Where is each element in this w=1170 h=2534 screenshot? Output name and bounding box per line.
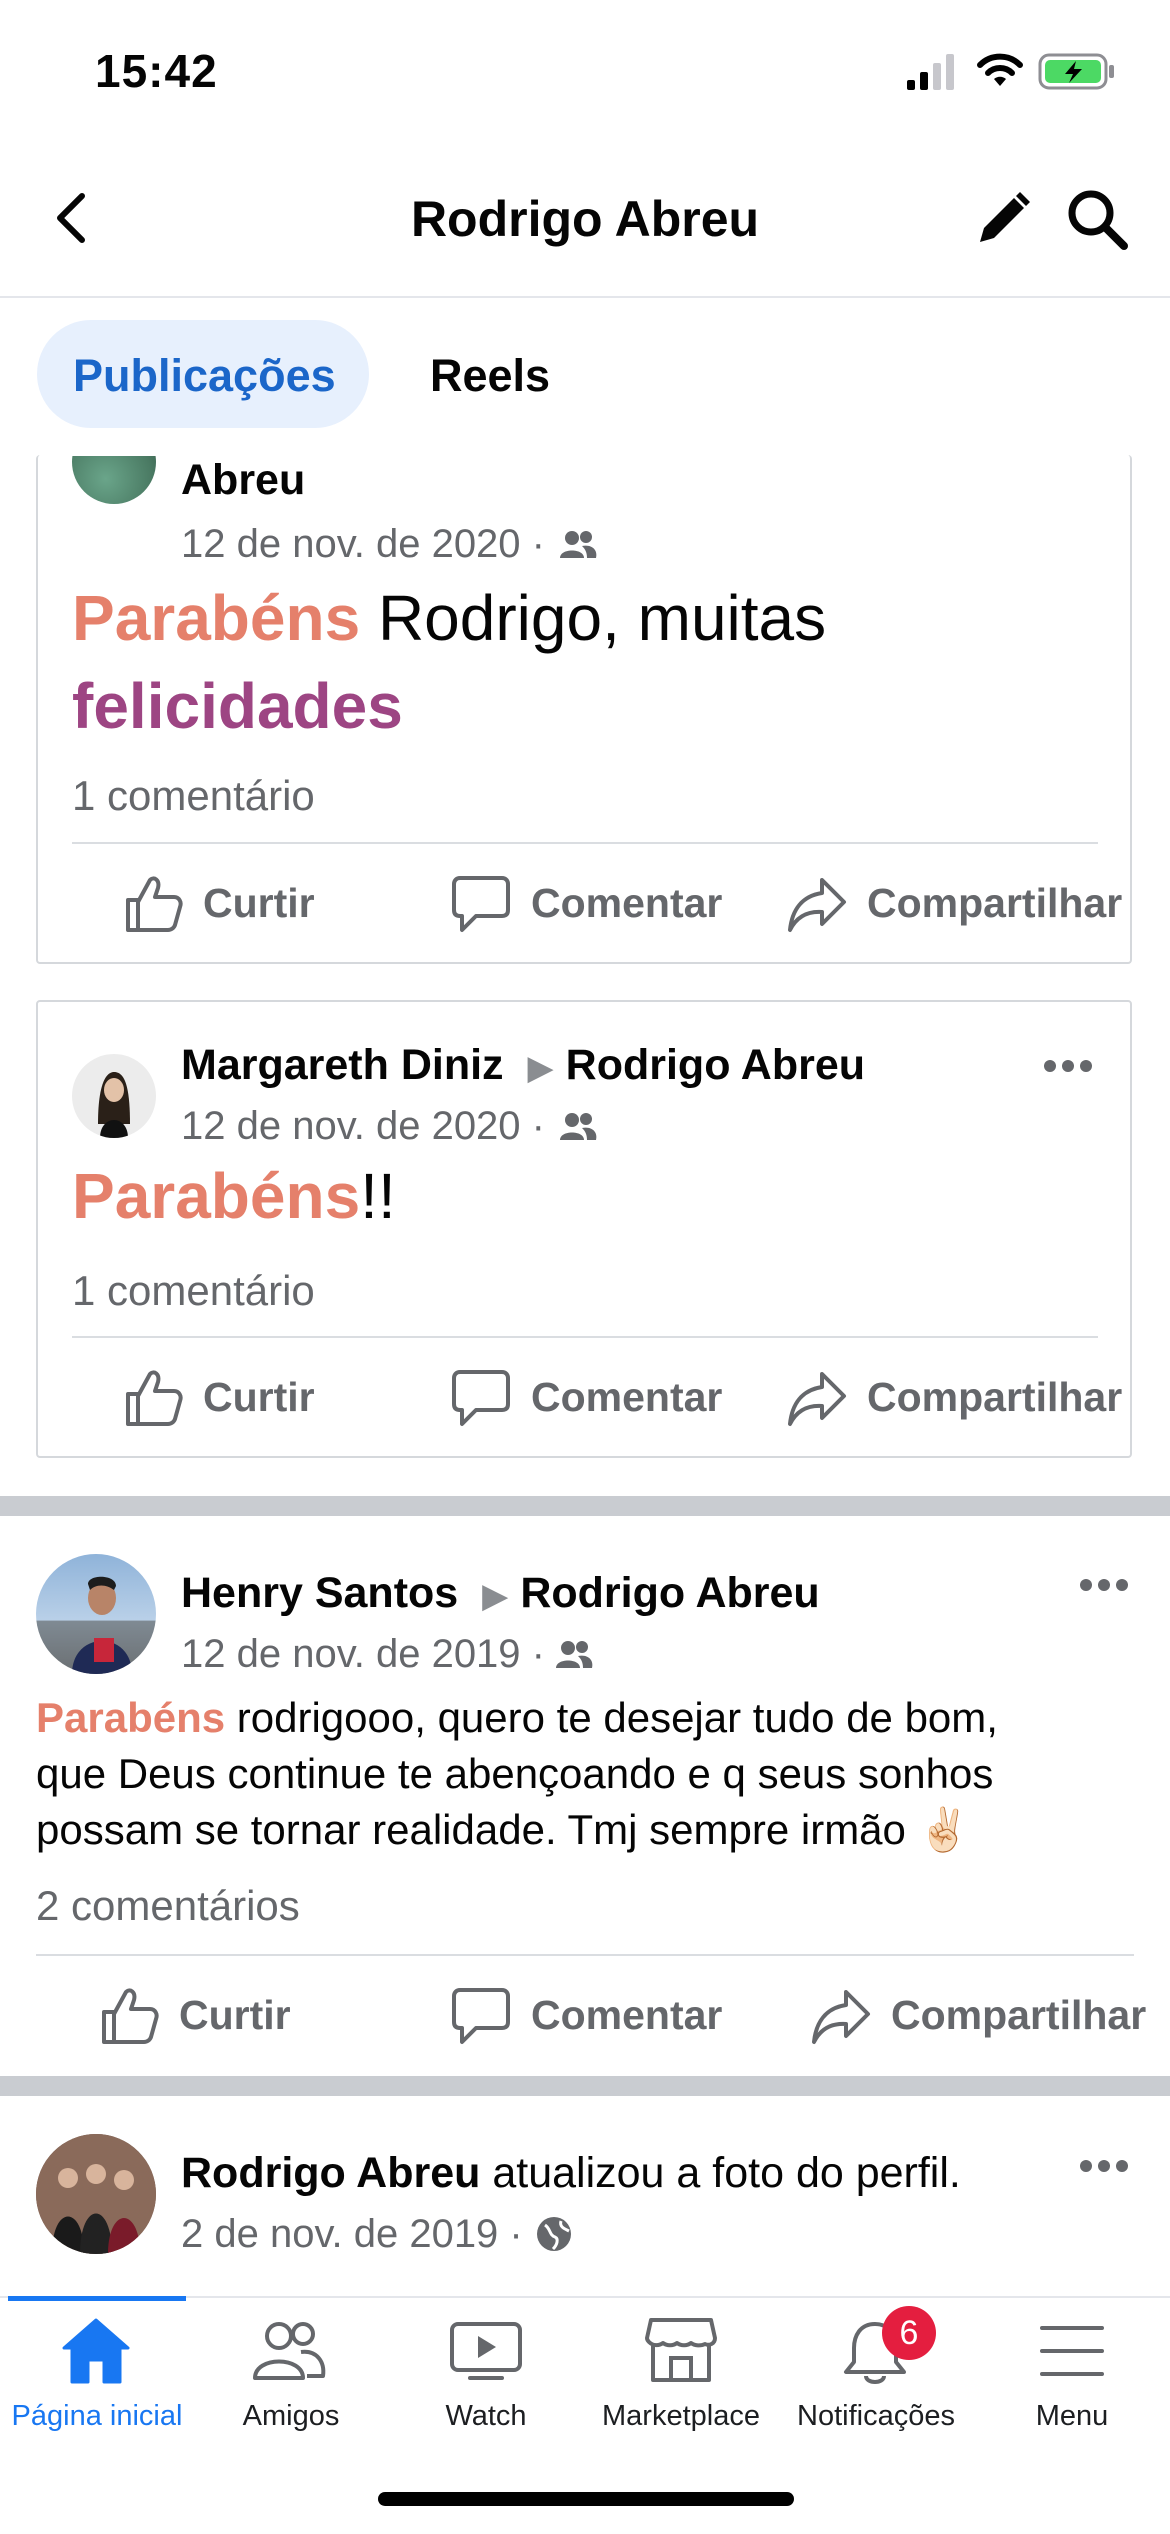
marketplace-icon[interactable] xyxy=(643,2316,719,2384)
status-time: 15:42 xyxy=(95,45,218,97)
person-photo xyxy=(72,1576,132,1674)
comment-icon xyxy=(452,1988,510,2044)
home-icon[interactable] xyxy=(60,2316,132,2384)
post-date[interactable]: 2 de nov. de 2019 · xyxy=(181,2212,523,2257)
post-date[interactable]: 12 de nov. de 2020 · xyxy=(181,522,545,567)
post-text: Parabéns rodrigooo, quero te desejar tud… xyxy=(36,1690,998,1858)
more-icon[interactable] xyxy=(1078,2158,1130,2174)
post-text-line-2: que Deus continue te abençoando e q seus… xyxy=(36,1750,994,1797)
post-author[interactable]: Henry Santos xyxy=(181,1569,458,1617)
post-action-text: atualizou a foto do perfil. xyxy=(480,2149,961,2197)
like-icon xyxy=(102,1988,159,2044)
share-button[interactable]: Compartilhar xyxy=(867,1374,1122,1421)
feed-separator xyxy=(0,1496,1170,1516)
search-icon[interactable] xyxy=(1064,186,1130,252)
post-date[interactable]: 12 de nov. de 2019 · xyxy=(181,1632,545,1677)
avatar[interactable] xyxy=(36,1554,156,1674)
post-author-line: Henry Santos ▶ Rodrigo Abreu xyxy=(181,1569,820,1618)
notification-badge: 6 xyxy=(882,2306,936,2360)
comment-button[interactable]: Comentar xyxy=(531,1992,722,2039)
comment-icon xyxy=(452,1370,510,1426)
post-text: Parabéns Rodrigo, muitas felicidades xyxy=(72,574,826,750)
person-photo xyxy=(98,1072,130,1138)
battery-icon xyxy=(1038,53,1114,90)
comment-button[interactable]: Comentar xyxy=(531,880,722,927)
friends-icon xyxy=(556,1641,593,1668)
like-icon xyxy=(126,876,183,932)
post-author[interactable]: Margareth Diniz xyxy=(181,1041,504,1089)
arrow-right-icon: ▶ xyxy=(527,1049,554,1087)
nav-notifications-label[interactable]: Notificações xyxy=(776,2400,976,2433)
divider xyxy=(36,1954,1134,1956)
like-icon xyxy=(126,1370,183,1426)
post-target[interactable]: Rodrigo Abreu xyxy=(566,1041,865,1089)
comment-count[interactable]: 1 comentário xyxy=(72,772,315,820)
post-text-word: Parabéns xyxy=(36,1694,226,1741)
wifi-icon xyxy=(977,53,1023,86)
like-button[interactable]: Curtir xyxy=(179,1992,291,2039)
nav-watch-label[interactable]: Watch xyxy=(386,2400,586,2433)
more-icon[interactable] xyxy=(1078,1577,1130,1593)
divider xyxy=(72,842,1098,844)
comment-button[interactable]: Comentar xyxy=(531,1374,722,1421)
post-date[interactable]: 12 de nov. de 2020 · xyxy=(181,1104,545,1149)
share-icon xyxy=(788,878,846,932)
divider xyxy=(72,1336,1098,1338)
friends-icon[interactable] xyxy=(251,2318,327,2382)
nav-friends-label[interactable]: Amigos xyxy=(191,2400,391,2433)
post-author[interactable]: Rodrigo Abreu xyxy=(181,2149,480,2197)
watch-icon[interactable] xyxy=(448,2320,524,2382)
home-indicator xyxy=(378,2492,794,2506)
more-icon[interactable] xyxy=(1042,1058,1094,1074)
post-text-word: Parabéns xyxy=(72,582,361,654)
post-author-line: Margareth Diniz ▶ Rodrigo Abreu xyxy=(181,1041,865,1090)
menu-icon[interactable] xyxy=(1038,2322,1106,2380)
tab-reels[interactable]: Reels xyxy=(430,350,550,402)
share-icon xyxy=(788,1372,846,1426)
post-text: Parabéns!! xyxy=(72,1152,396,1240)
group-photo xyxy=(36,2134,156,2254)
post-text-rest: !! xyxy=(360,1160,396,1232)
comment-count[interactable]: 2 comentários xyxy=(36,1882,300,1930)
avatar[interactable] xyxy=(72,1054,156,1138)
active-tab-indicator xyxy=(8,2296,186,2301)
friends-icon xyxy=(560,1113,597,1140)
share-button[interactable]: Compartilhar xyxy=(891,1992,1146,2039)
share-button[interactable]: Compartilhar xyxy=(867,880,1122,927)
post-text-word: Parabéns xyxy=(72,1160,361,1232)
tab-publicacoes-label: Publicações xyxy=(73,350,336,401)
like-button[interactable]: Curtir xyxy=(203,1374,315,1421)
avatar[interactable] xyxy=(36,2134,156,2254)
comment-icon xyxy=(452,876,510,932)
post-header: Rodrigo Abreu atualizou a foto do perfil… xyxy=(181,2149,961,2198)
post-author[interactable]: Abreu xyxy=(181,456,305,505)
scroll-mask xyxy=(0,430,1170,455)
pencil-icon[interactable] xyxy=(970,188,1034,252)
nav-menu-label[interactable]: Menu xyxy=(972,2400,1170,2433)
post-text-word-2: felicidades xyxy=(72,670,403,742)
nav-marketplace-label[interactable]: Marketplace xyxy=(581,2400,781,2433)
post-text-rest: Rodrigo, muitas xyxy=(360,582,827,654)
post-text-line-1: rodrigooo, quero te desejar tudo de bom, xyxy=(225,1694,998,1741)
signal-icon xyxy=(907,54,954,90)
globe-icon xyxy=(537,2217,571,2251)
header-divider xyxy=(0,296,1170,298)
nav-home-label[interactable]: Página inicial xyxy=(0,2400,197,2433)
like-button[interactable]: Curtir xyxy=(203,880,315,927)
post-target[interactable]: Rodrigo Abreu xyxy=(520,1569,819,1617)
share-icon xyxy=(812,1990,870,2044)
post-text-line-3: possam se tornar realidade. Tmj sempre i… xyxy=(36,1806,970,1853)
friends-icon xyxy=(560,531,597,558)
arrow-right-icon: ▶ xyxy=(482,1577,509,1615)
comment-count[interactable]: 1 comentário xyxy=(72,1267,315,1315)
feed-separator xyxy=(0,2076,1170,2096)
